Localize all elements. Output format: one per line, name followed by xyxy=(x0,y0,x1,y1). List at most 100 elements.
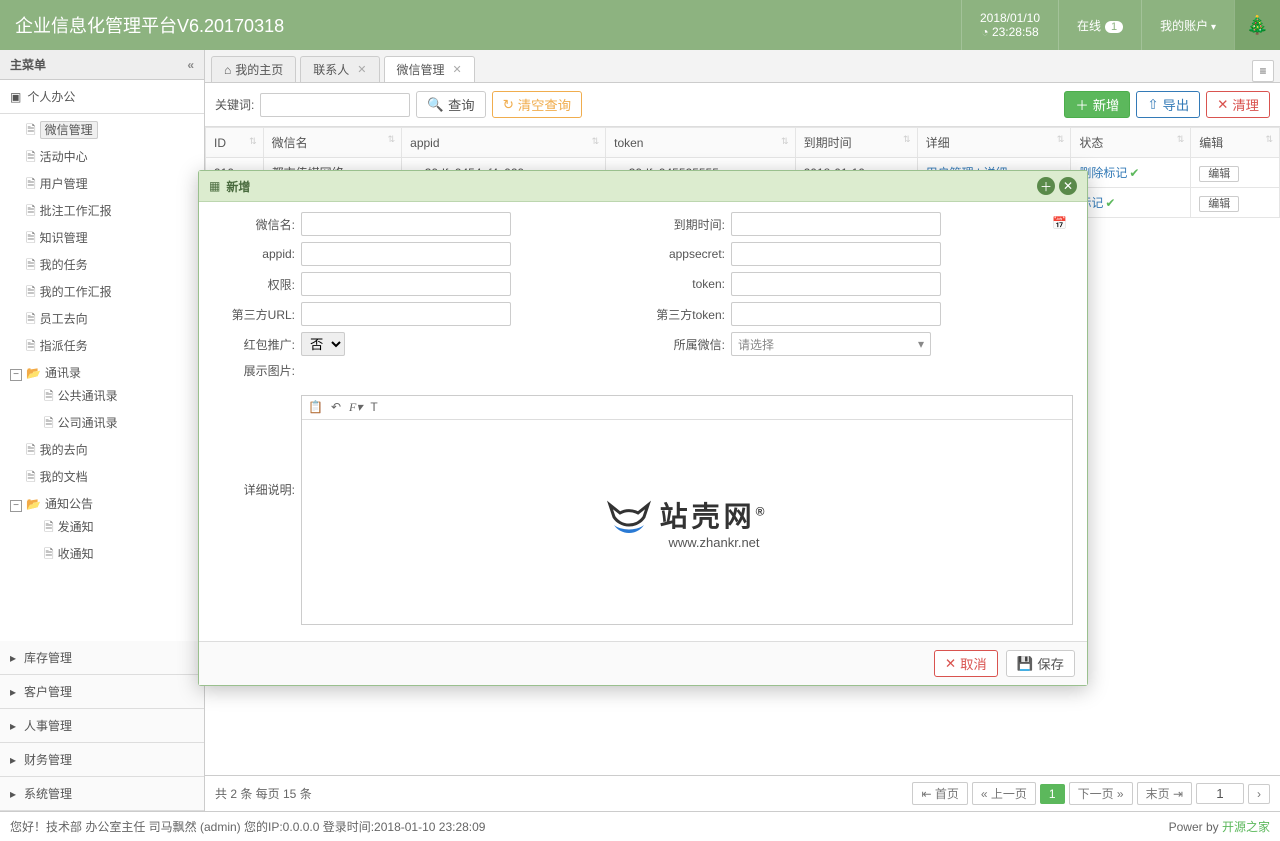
sort-icon: ⇅ xyxy=(1265,134,1273,145)
file-icon: 🗎 xyxy=(26,470,36,484)
tree-node[interactable]: 🗎我的工作汇报 xyxy=(8,280,204,307)
column-header[interactable]: 详细⇅ xyxy=(917,128,1071,158)
tree-node[interactable]: 🗎发通知 xyxy=(26,515,204,542)
file-icon: 🗎 xyxy=(26,285,36,299)
url3-input[interactable] xyxy=(301,302,511,326)
column-header[interactable]: ID⇅ xyxy=(206,128,264,158)
edit-button[interactable]: 编辑 xyxy=(1199,166,1239,182)
close-icon[interactable]: ✕ xyxy=(357,63,366,76)
tree-label: 通知公告 xyxy=(45,497,93,511)
keyword-input[interactable] xyxy=(260,93,410,117)
pager-current[interactable]: 1 xyxy=(1040,784,1065,804)
font-icon[interactable]: F▾ xyxy=(349,400,362,415)
file-icon: 🗎 xyxy=(44,520,54,534)
cancel-button[interactable]: ✕取消 xyxy=(934,650,998,677)
add-button[interactable]: ＋新增 xyxy=(1064,91,1130,118)
header-account[interactable]: 我的账户 xyxy=(1141,0,1234,50)
calendar-icon[interactable]: 📅 xyxy=(1052,216,1067,230)
tab-wechat[interactable]: 微信管理✕ xyxy=(384,56,475,82)
tree-node[interactable]: 🗎我的任务 xyxy=(8,253,204,280)
tree-node[interactable]: 🗎公司通讯录 xyxy=(26,411,204,438)
tree-node[interactable]: 🗎 批注工作汇报 xyxy=(8,199,204,226)
column-header[interactable]: 状态⇅ xyxy=(1071,128,1191,158)
rich-editor[interactable]: 📋 ↶ F▾ T 站壳网® www.zhankr.net xyxy=(301,395,1073,625)
column-header[interactable]: token⇅ xyxy=(606,128,795,158)
cat-logo-icon xyxy=(606,499,652,545)
header-tree-icon[interactable]: 🎄 xyxy=(1234,0,1280,50)
tab-contacts[interactable]: 联系人✕ xyxy=(300,56,379,82)
dialog-close-icon[interactable]: ✕ xyxy=(1059,177,1077,195)
pager-go[interactable]: › xyxy=(1248,784,1270,804)
undo-icon[interactable]: ↶ xyxy=(331,400,341,415)
hongbao-select[interactable]: 否 xyxy=(301,332,345,356)
tree-node[interactable]: 🗎我的文档 xyxy=(8,465,204,492)
column-header[interactable]: appid⇅ xyxy=(402,128,606,158)
accordion-hr[interactable]: ▸人事管理 xyxy=(0,709,204,743)
tree-label: 批注工作汇报 xyxy=(40,204,112,218)
appsecret-input[interactable] xyxy=(731,242,941,266)
accordion-inventory[interactable]: ▸库存管理 xyxy=(0,641,204,675)
wxname-input[interactable] xyxy=(301,212,511,236)
tree-node[interactable]: 🗎活动中心 xyxy=(8,145,204,172)
pager-last[interactable]: 末页 ⇥ xyxy=(1137,782,1192,805)
accordion-finance[interactable]: ▸财务管理 xyxy=(0,743,204,777)
editor-canvas[interactable]: 站壳网® www.zhankr.net xyxy=(302,420,1072,624)
appid-input[interactable] xyxy=(301,242,511,266)
sidebar-collapse-icon[interactable]: « xyxy=(187,58,194,72)
expire-input[interactable] xyxy=(731,212,941,236)
column-header[interactable]: 编辑⇅ xyxy=(1191,128,1280,158)
pager-next[interactable]: 下一页 » xyxy=(1069,782,1133,805)
play-icon: ▸ xyxy=(10,685,24,699)
tree-node[interactable]: 🗎微信管理 xyxy=(8,118,204,145)
export-button[interactable]: ⇧导出 xyxy=(1136,91,1200,118)
dialog-add-icon[interactable]: ＋ xyxy=(1037,177,1055,195)
tab-menu-button[interactable]: ≡ xyxy=(1252,60,1274,82)
search-button[interactable]: 🔍查询 xyxy=(416,91,485,118)
edit-button[interactable]: 编辑 xyxy=(1199,196,1239,212)
tree-node[interactable]: −📂通知公告 xyxy=(8,492,204,515)
sort-icon: ⇅ xyxy=(781,136,789,147)
clear-search-button[interactable]: ↻清空查询 xyxy=(492,91,582,118)
file-icon: 🗎 xyxy=(26,312,36,326)
text-icon[interactable]: T xyxy=(370,400,377,415)
pager-first[interactable]: ⇤ 首页 xyxy=(912,782,967,805)
tree-node[interactable]: 🗎指派任务 xyxy=(8,334,204,361)
token3-input[interactable] xyxy=(731,302,941,326)
tree-node[interactable]: 🗎公共通讯录 xyxy=(26,384,204,411)
play-icon: ▸ xyxy=(10,753,24,767)
accordion-customer[interactable]: ▸客户管理 xyxy=(0,675,204,709)
tree-toggler-icon[interactable]: − xyxy=(10,369,22,381)
pager-summary: 共 2 条 每页 15 条 xyxy=(215,785,312,802)
plus-icon: ＋ xyxy=(1075,95,1088,114)
tree-node[interactable]: 🗎知识管理 xyxy=(8,226,204,253)
close-icon[interactable]: ✕ xyxy=(453,63,462,76)
tab-bar: ⌂我的主页 联系人✕ 微信管理✕ ≡ xyxy=(205,50,1280,83)
accordion-personal[interactable]: ▣ 个人办公 xyxy=(0,80,204,114)
save-button[interactable]: 💾保存 xyxy=(1006,650,1075,677)
file-icon: 🗎 xyxy=(26,204,36,218)
tree-node[interactable]: 🗎员工去向 xyxy=(8,307,204,334)
tree-toggler-icon[interactable]: − xyxy=(10,500,22,512)
paste-icon[interactable]: 📋 xyxy=(308,400,323,415)
folder-icon: 📂 xyxy=(26,366,41,380)
footer-link[interactable]: 开源之家 xyxy=(1222,818,1270,835)
pager-goto[interactable] xyxy=(1196,783,1244,804)
play-icon: ▸ xyxy=(10,719,24,733)
editor-toolbar[interactable]: 📋 ↶ F▾ T xyxy=(302,396,1072,420)
tree-label: 我的任务 xyxy=(40,258,88,272)
tree-node[interactable]: 🗎收通知 xyxy=(26,542,204,569)
accordion-system[interactable]: ▸系统管理 xyxy=(0,777,204,811)
cleanup-button[interactable]: ✕清理 xyxy=(1206,91,1270,118)
token-input[interactable] xyxy=(731,272,941,296)
column-header[interactable]: 到期时间⇅ xyxy=(795,128,917,158)
header-online[interactable]: 在线1 xyxy=(1058,0,1141,50)
pager-prev[interactable]: « 上一页 xyxy=(972,782,1036,805)
tree-node[interactable]: 🗎我的去向 xyxy=(8,438,204,465)
tree-node[interactable]: 🗎用户管理 xyxy=(8,172,204,199)
tree-node[interactable]: −📂通讯录 xyxy=(8,361,204,384)
perm-input[interactable] xyxy=(301,272,511,296)
dialog-header[interactable]: ▦ 新增 ＋ ✕ xyxy=(199,171,1087,202)
tab-home[interactable]: ⌂我的主页 xyxy=(211,56,296,82)
belong-combo[interactable]: 请选择▾ xyxy=(731,332,931,356)
column-header[interactable]: 微信名⇅ xyxy=(263,128,402,158)
